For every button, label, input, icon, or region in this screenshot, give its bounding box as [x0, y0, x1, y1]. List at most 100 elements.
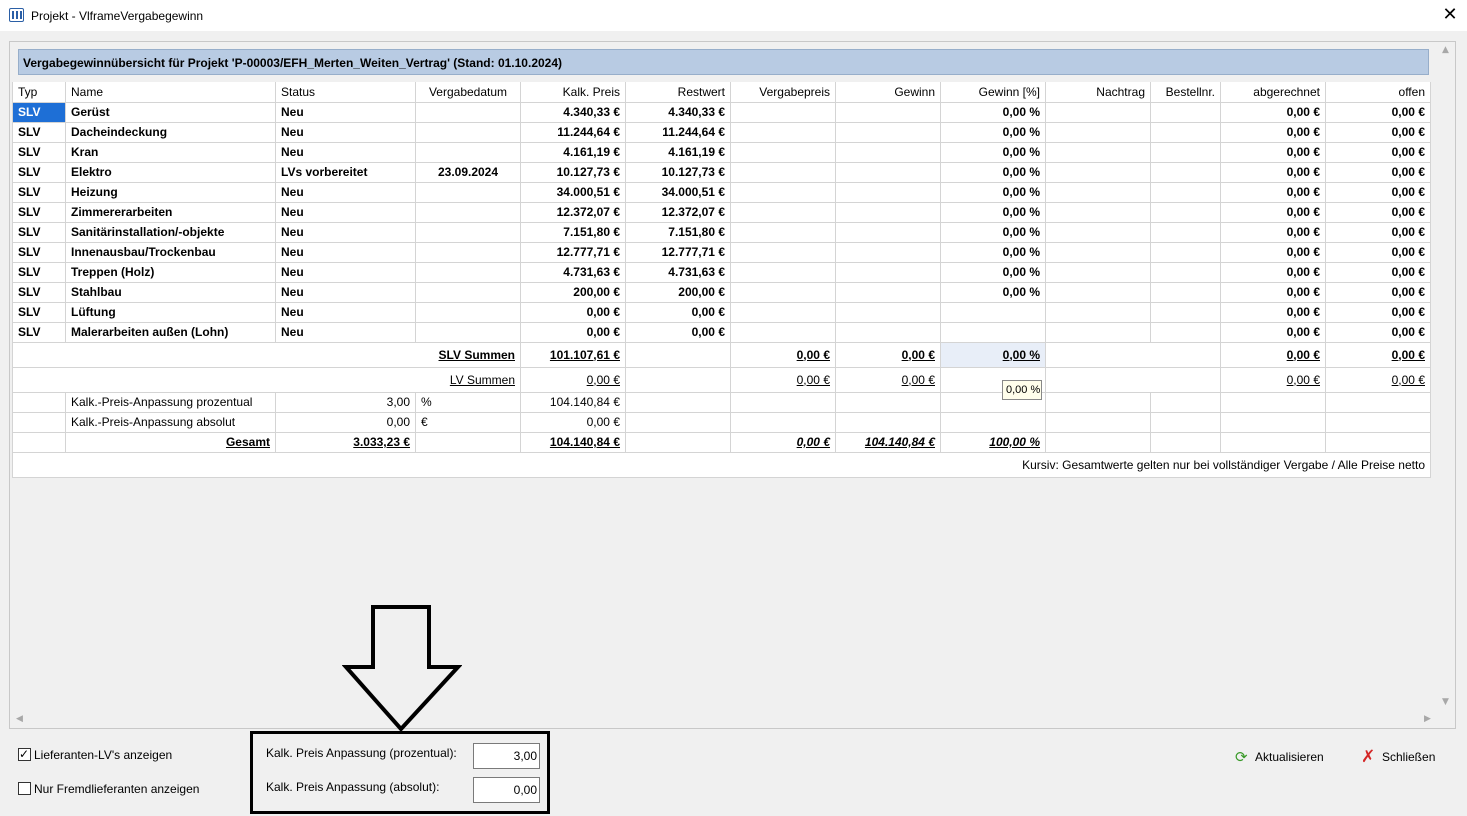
cell-abger: 0,00 €: [1220, 321, 1326, 343]
cell-offen: 0,00 €: [1325, 101, 1431, 123]
table-row[interactable]: SLV Treppen (Holz) Neu 4.731,63 €4.731,63 €…: [12, 261, 1431, 283]
horizontal-scrollbar[interactable]: ◀ ▶: [10, 712, 1438, 728]
cell-vergabe: [730, 141, 836, 163]
cell-abger: 0,00 €: [1220, 241, 1326, 263]
column-header: Vergabedatum: [415, 82, 521, 103]
cell-vergabe: [730, 161, 836, 183]
table-row[interactable]: SLV Heizung Neu 34.000,51 €34.000,51 € 0,00 …: [12, 181, 1431, 203]
cell-typ: SLV: [12, 241, 66, 263]
column-header: offen: [1325, 82, 1431, 103]
column-header: Restwert: [625, 82, 731, 103]
cell-kalk: 200,00 €: [520, 281, 626, 303]
only-external-checkbox[interactable]: [18, 782, 31, 795]
vergabe-table: Typ Name Status Vergabedatum Kalk. Preis Rest…: [12, 82, 1431, 478]
cell-typ: SLV: [12, 101, 66, 123]
cell-abger: 0,00 €: [1220, 141, 1326, 163]
gesamt-kalk: 104.140,84 €: [520, 431, 626, 453]
table-row[interactable]: SLV Stahlbau Neu 200,00 €200,00 € 0,00 % 0,00…: [12, 281, 1431, 303]
cell-nachtrag: [1045, 141, 1151, 163]
cell-pct: 0,00 %: [940, 261, 1046, 283]
table-header-row: Typ Name Status Vergabedatum Kalk. Preis Rest…: [12, 82, 1431, 103]
cell-abger: 0,00 €: [1220, 221, 1326, 243]
cell-bestell: [1150, 121, 1221, 143]
cell-nachtrag: [1045, 101, 1151, 123]
refresh-icon: ⟳: [1235, 748, 1248, 766]
scroll-right-icon[interactable]: ▶: [1424, 714, 1431, 724]
down-arrow-annotation: [342, 605, 462, 732]
table-row[interactable]: SLV Zimmererarbeiten Neu 12.372,07 €12.372,…: [12, 201, 1431, 223]
cell-kalk: 4.340,33 €: [520, 101, 626, 123]
cell-typ: SLV: [12, 321, 66, 343]
column-header: Typ: [12, 82, 66, 103]
cell-datum: 23.09.2024: [415, 161, 521, 183]
cell-vergabe: [730, 101, 836, 123]
cell-nachtrag: [1045, 181, 1151, 203]
window-close-icon[interactable]: ✕: [1436, 3, 1464, 27]
cell-kalk: 12.372,07 €: [520, 201, 626, 223]
cell-abger: 0,00 €: [1220, 261, 1326, 283]
cell-kalk: 11.244,64 €: [520, 121, 626, 143]
slv-summen-vergabe: 0,00 €: [730, 341, 836, 368]
cell-datum: [415, 201, 521, 223]
cell-gewinn: [835, 281, 941, 303]
cell-kalk: 4.731,63 €: [520, 261, 626, 283]
pct-adjust-input[interactable]: 3,00: [473, 743, 540, 769]
anpassung-pct-unit: %: [415, 391, 521, 413]
title-bar: Projekt - VlframeVergabegewinn ✕: [0, 0, 1467, 31]
vertical-scrollbar[interactable]: ▲ ▼: [1438, 42, 1456, 714]
show-supplier-lvs-checkbox[interactable]: [18, 747, 31, 761]
cell-pct: [940, 301, 1046, 323]
table-row[interactable]: SLV Elektro LVs vorbereitet 23.09.2024 10.12…: [12, 161, 1431, 183]
cell-pct: 0,00 %: [940, 141, 1046, 163]
cell-status: Neu: [275, 201, 416, 223]
cell-gewinn: [835, 201, 941, 223]
cell-datum: [415, 121, 521, 143]
anpassung-abs-value: 0,00: [275, 411, 416, 433]
slv-summen-abgerechnet: 0,00 €: [1220, 341, 1326, 368]
table-row[interactable]: SLV Dacheindeckung Neu 11.244,64 €11.244,64…: [12, 121, 1431, 143]
cell-nachtrag: [1045, 301, 1151, 323]
cell-datum: [415, 241, 521, 263]
cell-nachtrag: [1045, 161, 1151, 183]
close-button[interactable]: ✗ Schließen: [1361, 747, 1441, 767]
abs-adjust-input[interactable]: 0,00: [473, 777, 540, 803]
scroll-down-icon[interactable]: ▼: [1442, 697, 1449, 707]
table-row[interactable]: SLV Innenausbau/Trockenbau Neu 12.777,71 €1…: [12, 241, 1431, 263]
table-row[interactable]: SLV Sanitärinstallation/-objekte Neu 7.151,…: [12, 221, 1431, 243]
column-header: abgerechnet: [1220, 82, 1326, 103]
table-row[interactable]: SLV Malerarbeiten außen (Lohn) Neu 0,00 €0,…: [12, 321, 1431, 343]
cell-nachtrag: [1045, 121, 1151, 143]
cell-name: Gerüst: [65, 101, 276, 123]
lv-summen-abgerechnet: 0,00 €: [1220, 366, 1326, 393]
table-row[interactable]: SLV Lüftung Neu 0,00 €0,00 €0,00 €0,00 €: [12, 301, 1431, 323]
anpassung-abs-label: Kalk.-Preis-Anpassung absolut: [65, 411, 276, 433]
cell-bestell: [1150, 101, 1221, 123]
cell-offen: 0,00 €: [1325, 161, 1431, 183]
cell-vergabe: [730, 121, 836, 143]
cell-typ: SLV: [12, 141, 66, 163]
column-header: Kalk. Preis: [520, 82, 626, 103]
table-row[interactable]: SLV Kran Neu 4.161,19 €4.161,19 € 0,00 % 0,00…: [12, 141, 1431, 163]
cell-typ: SLV: [12, 301, 66, 323]
slv-summen-offen: 0,00 €: [1325, 341, 1431, 368]
cell-status: Neu: [275, 241, 416, 263]
cell-bestell: [1150, 281, 1221, 303]
lv-summen-vergabe: 0,00 €: [730, 366, 836, 393]
cell-typ: SLV: [12, 121, 66, 143]
only-external-label[interactable]: Nur Fremdlieferanten anzeigen: [34, 782, 199, 796]
cell-gewinn: [835, 241, 941, 263]
cell-offen: 0,00 €: [1325, 301, 1431, 323]
note-row: Kursiv: Gesamtwerte gelten nur bei volls…: [12, 451, 1431, 478]
refresh-button-label: Aktualisieren: [1255, 750, 1324, 764]
scroll-left-icon[interactable]: ◀: [16, 714, 23, 724]
cell-abger: 0,00 €: [1220, 281, 1326, 303]
cell-pct: 0,00 %: [940, 181, 1046, 203]
anpassung-abs-unit: €: [415, 411, 521, 433]
show-supplier-lvs-label[interactable]: Lieferanten-LV's anzeigen: [34, 748, 172, 762]
cell-rest: 4.731,63 €: [625, 261, 731, 283]
cell-name: Kran: [65, 141, 276, 163]
cell-name: Lüftung: [65, 301, 276, 323]
refresh-button[interactable]: ⟳ Aktualisieren: [1235, 748, 1335, 766]
scroll-up-icon[interactable]: ▲: [1442, 45, 1449, 55]
table-row[interactable]: SLV Gerüst Neu 4.340,33 €4.340,33 € 0,00 % 0,…: [12, 101, 1431, 123]
